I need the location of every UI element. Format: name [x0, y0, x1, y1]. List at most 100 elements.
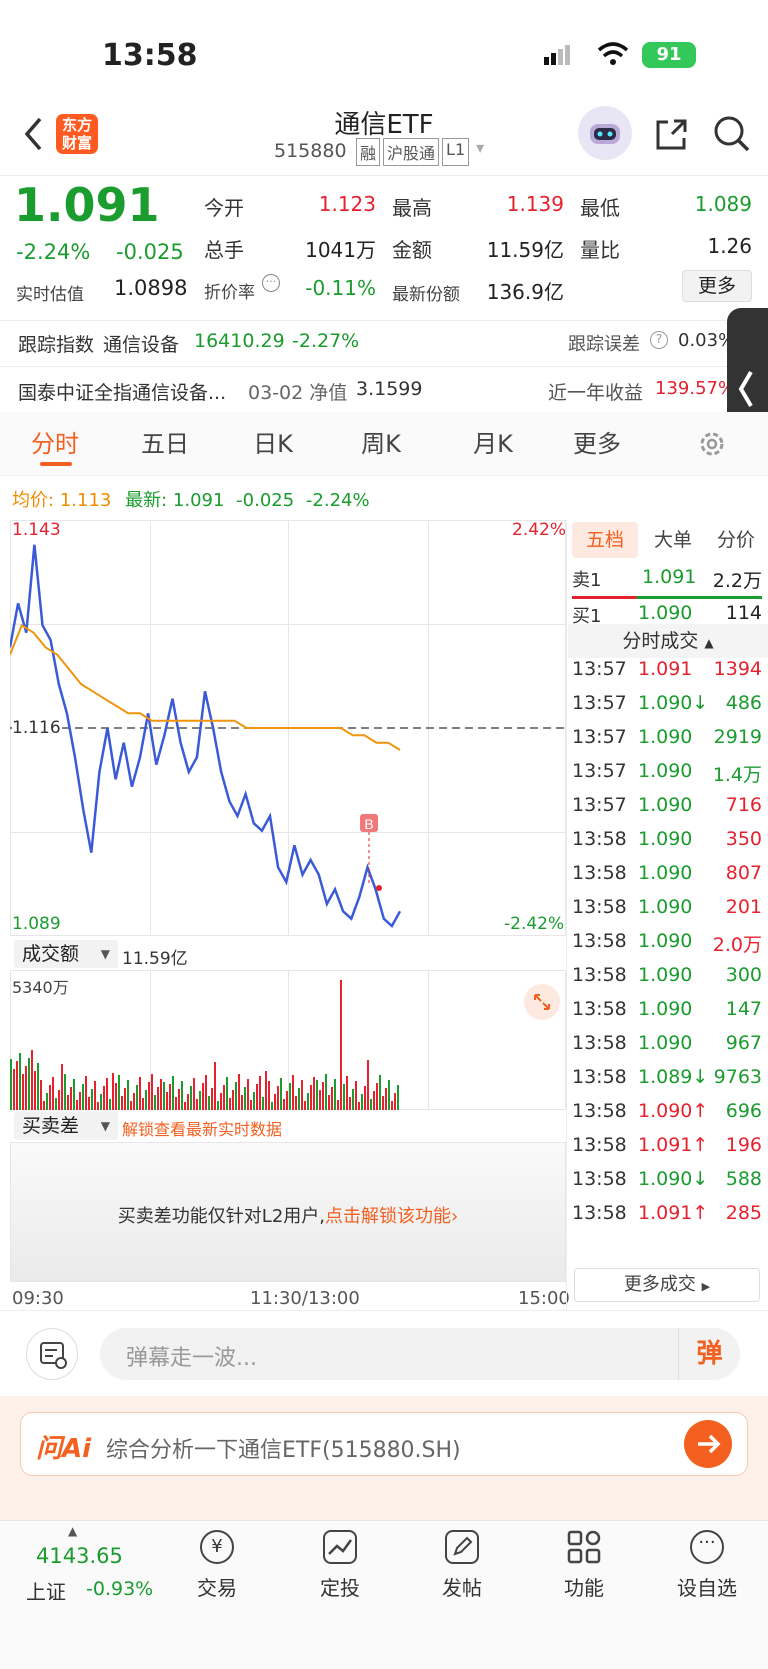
volume-bar [43, 1101, 45, 1110]
volume-selector[interactable]: 成交额 ▼ [14, 940, 118, 968]
latest-change: -0.025 [236, 490, 295, 511]
book-tab-large[interactable]: 大单 [640, 522, 706, 558]
tab-daily-k[interactable]: 日K [228, 424, 318, 459]
bsd-unlock-link[interactable]: 解锁查看最新实时数据 [122, 1116, 282, 1140]
volume-bar [208, 1096, 210, 1110]
info-icon[interactable]: ··· [262, 274, 280, 292]
volume-label: 总手 [204, 238, 244, 262]
tab-5day[interactable]: 五日 [120, 424, 210, 459]
price: 1.091 [14, 178, 160, 232]
amount-label: 金额 [392, 238, 432, 262]
volume-bar [349, 1097, 351, 1110]
trade-price: 1.090↑ [638, 1100, 709, 1122]
nav-add-watchlist-label: 设自选 [677, 1576, 737, 1600]
trade-price: 1.090 [638, 794, 693, 816]
more-trades-button[interactable]: 更多成交 ▶ [574, 1268, 760, 1302]
trade-row: 13:57 1.091 1394 [572, 652, 768, 688]
volume-bar [172, 1076, 174, 1110]
danmu-send-button[interactable]: 弹 [678, 1328, 740, 1380]
trade-time: 13:57 [572, 760, 627, 782]
danmu-settings-icon[interactable] [26, 1328, 78, 1380]
x-label-close: 15:00 [518, 1288, 570, 1309]
tags: 融 沪股通 L1 ▾ [356, 138, 484, 166]
trade-volume: 1.4万 [712, 764, 762, 786]
trade-volume: 696 [725, 1100, 762, 1122]
help-icon[interactable]: ? [650, 331, 668, 349]
volume-bar [394, 1093, 396, 1110]
trade-row: 13:58 1.090↑ 696 [572, 1094, 768, 1130]
tab-intraday[interactable]: 分时 [10, 424, 100, 459]
volume-bar [325, 1074, 327, 1110]
volume-bar [298, 1088, 300, 1110]
discount-label: 折价率 [204, 283, 255, 303]
index-value[interactable]: 4143.65 [36, 1544, 123, 1568]
volume-bar [37, 1063, 39, 1110]
nav-invest[interactable]: 定投 [285, 1530, 395, 1601]
ai-prompt: 综合分析一下通信ETF(515880.SH) [106, 1438, 461, 1463]
trade-time: 13:58 [572, 1100, 627, 1122]
volume-bar [142, 1098, 144, 1110]
danmu-placeholder: 弹幕走一波... [126, 1346, 257, 1371]
volume-bar [118, 1075, 120, 1110]
trade-volume: 285 [725, 1202, 762, 1224]
search-icon[interactable] [712, 114, 752, 158]
tracking-index[interactable]: 通信设备 [103, 330, 179, 357]
bsd-selector[interactable]: 买卖差 ▼ [14, 1112, 118, 1140]
volume-bar [34, 1071, 36, 1110]
bsd-notice-link[interactable]: 点击解锁该功能 [325, 1206, 451, 1227]
volume-bar [196, 1099, 198, 1110]
volume-bar [97, 1102, 99, 1110]
share-icon[interactable] [652, 116, 690, 158]
trade-row: 13:58 1.090 807 [572, 856, 768, 892]
book-tab-five[interactable]: 五档 [572, 522, 638, 558]
more-button[interactable]: 更多 [682, 270, 752, 302]
volume-bar [25, 1066, 27, 1110]
volume-bar [100, 1094, 102, 1110]
trade-time: 13:57 [572, 658, 627, 680]
tag-margin: 融 [356, 138, 381, 166]
caret-down-icon: ▼ [100, 947, 110, 961]
trade-time: 13:58 [572, 1202, 627, 1224]
trade-time: 13:57 [572, 726, 627, 748]
fund-name[interactable]: 国泰中证全指通信设备... [18, 378, 226, 405]
latest-value: 1.091 [172, 490, 225, 511]
nav-functions[interactable]: 功能 [529, 1530, 639, 1601]
trade-row: 13:58 1.090 967 [572, 1026, 768, 1062]
volume-bar [73, 1079, 75, 1110]
volume-bar [292, 1075, 294, 1110]
volume-bar [160, 1079, 162, 1110]
nav-trade[interactable]: ¥ 交易 [162, 1530, 272, 1601]
nav-invest-label: 定投 [320, 1576, 360, 1600]
volume-bar [19, 1053, 21, 1110]
volume-bar [319, 1090, 321, 1110]
expand-icon[interactable] [524, 984, 560, 1020]
nav-add-watchlist[interactable]: ··· 设自选 [652, 1530, 762, 1601]
robot-avatar-icon[interactable] [578, 106, 632, 160]
volume-bar [304, 1101, 306, 1110]
tab-more[interactable]: 更多 [552, 424, 642, 459]
trade-time: 13:58 [572, 1032, 627, 1054]
settings-gear-icon[interactable] [696, 428, 728, 464]
volume-bar [388, 1080, 390, 1110]
book-tab-price[interactable]: 分价 [704, 522, 768, 558]
volume-bar [10, 1059, 12, 1110]
avg-label: 均价: [12, 490, 55, 511]
trade-price: 1.090↓ [638, 692, 709, 714]
arrow-right-icon[interactable] [684, 1420, 732, 1468]
bsd-notice-text: 买卖差功能仅针对L2用户, [117, 1206, 325, 1227]
volume-bar [46, 1093, 48, 1110]
battery-level: 91 [656, 44, 682, 65]
latest-label: 最新: [125, 490, 168, 511]
dropdown-icon[interactable]: ▾ [476, 138, 484, 166]
volume-bar [139, 1077, 141, 1110]
nav-post[interactable]: 发帖 [407, 1530, 517, 1601]
trade-row: 13:57 1.090 2919 [572, 720, 768, 756]
volume-bar [250, 1100, 252, 1110]
trade-row: 13:58 1.091↑ 196 [572, 1128, 768, 1164]
tab-monthly-k[interactable]: 月K [448, 424, 538, 459]
tab-weekly-k[interactable]: 周K [336, 424, 426, 459]
volume-bar [322, 1082, 324, 1110]
trade-row: 13:58 1.090 201 [572, 890, 768, 926]
volume-bar [70, 1087, 72, 1110]
volume-bars [10, 980, 399, 1110]
